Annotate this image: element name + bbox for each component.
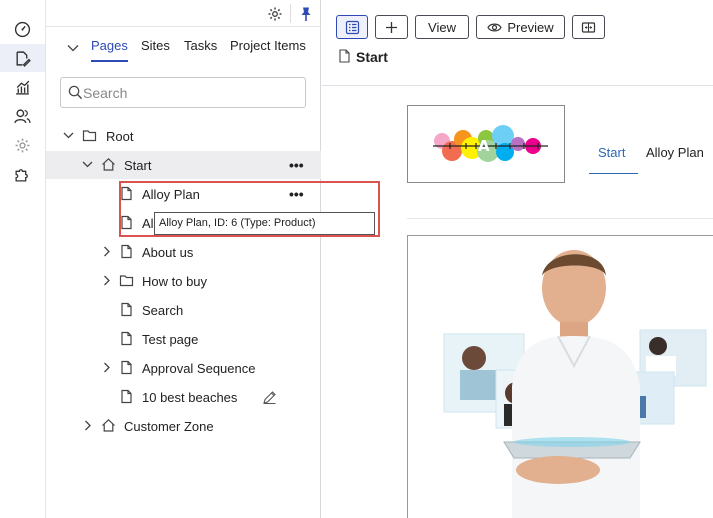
active-nav-underline (589, 173, 638, 174)
chevron-right-icon[interactable] (100, 245, 113, 258)
preview-label: Preview (507, 19, 554, 35)
edit-pages-button[interactable] (0, 44, 45, 72)
tree-node-10-best-beaches[interactable]: 10 best beaches (46, 383, 321, 411)
global-nav-rail (0, 0, 46, 518)
tree-search (60, 77, 306, 108)
page-icon (121, 389, 132, 404)
tree-node-label: Start (124, 158, 152, 173)
cms-edit-window: Pages Sites Tasks Project Items Root Sta… (0, 0, 713, 518)
tab-pages[interactable]: Pages (91, 38, 128, 62)
view-button[interactable]: View (415, 15, 469, 39)
hero-image[interactable] (407, 235, 713, 518)
tree-node-how-to-buy[interactable]: How to buy (46, 267, 321, 295)
pin-icon (301, 7, 311, 21)
compare-button[interactable] (572, 15, 605, 39)
tree-node-label: Alloy Plan (142, 187, 200, 202)
panel-header (46, 0, 321, 27)
more-options-icon[interactable]: ••• (289, 157, 304, 173)
tree-node-alloy-plan[interactable]: Alloy Plan ••• (46, 180, 321, 208)
pencil-icon (263, 391, 276, 405)
tree-node-tooltip: Alloy Plan, ID: 6 (Type: Product) (154, 212, 375, 235)
addons-button[interactable] (0, 160, 45, 188)
users-button[interactable] (0, 102, 45, 130)
analytics-icon (16, 80, 30, 95)
page-icon (121, 215, 132, 230)
page-icon (121, 186, 132, 201)
logo-letter: A (478, 137, 490, 155)
search-icon (68, 85, 83, 100)
tree-node-label: 10 best beaches (142, 390, 238, 405)
view-label: View (428, 19, 456, 35)
divider (407, 218, 713, 219)
gear-icon (268, 7, 282, 21)
puzzle-icon (15, 168, 28, 182)
alloy-logo-graphic: A (433, 125, 548, 162)
chevron-right-icon[interactable] (81, 419, 94, 432)
preview-button[interactable]: Preview (476, 15, 565, 39)
pin-panel-button[interactable] (293, 2, 319, 26)
tree-tabs: Pages Sites Tasks Project Items (46, 30, 321, 64)
edit-page-icon (16, 50, 31, 67)
eye-icon (487, 23, 503, 31)
tree-node-approval-sequence[interactable]: Approval Sequence (46, 354, 321, 382)
plus-icon (386, 21, 397, 33)
tab-sites[interactable]: Sites (141, 38, 170, 62)
page-icon (121, 244, 132, 259)
folder-icon (82, 130, 97, 142)
users-icon (14, 108, 31, 123)
dashboard-button[interactable] (0, 15, 45, 43)
tree-node-start[interactable]: Start ••• (46, 151, 321, 179)
tree-node-label: Customer Zone (124, 419, 214, 434)
more-options-icon[interactable]: ••• (289, 186, 304, 202)
search-input[interactable] (83, 82, 298, 103)
page-icon (121, 302, 132, 317)
tree-node-customer-zone[interactable]: Customer Zone (46, 412, 321, 440)
chevron-right-icon[interactable] (100, 361, 113, 374)
tree-node-label: About us (142, 245, 194, 260)
header-separator (290, 4, 291, 23)
toggle-tree-button[interactable] (336, 15, 368, 39)
chevron-right-icon[interactable] (100, 274, 113, 287)
page-icon (121, 331, 132, 346)
folder-icon (119, 275, 134, 287)
page-tree-panel: Pages Sites Tasks Project Items Root Sta… (46, 0, 321, 518)
tree-node-label: Search (142, 303, 184, 318)
preview-nav-start[interactable]: Start (598, 145, 625, 160)
tree-node-search[interactable]: Search (46, 296, 321, 324)
hero-illustration (443, 250, 707, 518)
chevron-down-icon[interactable] (66, 41, 80, 55)
tree-node-label: Root (106, 129, 134, 144)
tab-project-items[interactable]: Project Items (230, 38, 306, 62)
chevron-down-icon[interactable] (62, 129, 75, 142)
panel-settings-button[interactable] (262, 2, 288, 26)
page-preview: A Start Alloy Plan (322, 86, 713, 518)
tree-node-root[interactable]: Root (46, 122, 321, 150)
reports-button[interactable] (0, 73, 45, 101)
add-button[interactable] (375, 15, 408, 39)
tree-node-label: Test page (142, 332, 199, 347)
tree-node-about-us[interactable]: About us (46, 238, 321, 266)
compare-icon (581, 21, 596, 33)
tree-structure-icon (345, 20, 359, 34)
tree-node-test-page[interactable]: Test page (46, 325, 321, 353)
site-logo[interactable]: A (407, 105, 565, 183)
home-icon (102, 418, 115, 432)
page-icon (339, 49, 350, 63)
dashboard-icon (14, 21, 31, 37)
chevron-down-icon[interactable] (81, 158, 94, 171)
settings-button[interactable] (0, 131, 45, 159)
page-title: Start (356, 49, 388, 65)
page-icon (121, 360, 132, 375)
settings-gear-icon (15, 138, 30, 152)
tab-tasks[interactable]: Tasks (184, 38, 217, 62)
edit-content-area: View Preview Start A Start Alloy Plan (322, 0, 713, 518)
home-icon (102, 157, 115, 171)
tree-node-label: Approval Sequence (142, 361, 256, 376)
tree-node-label: How to buy (142, 274, 208, 289)
preview-nav-alloy-plan[interactable]: Alloy Plan (646, 145, 704, 160)
